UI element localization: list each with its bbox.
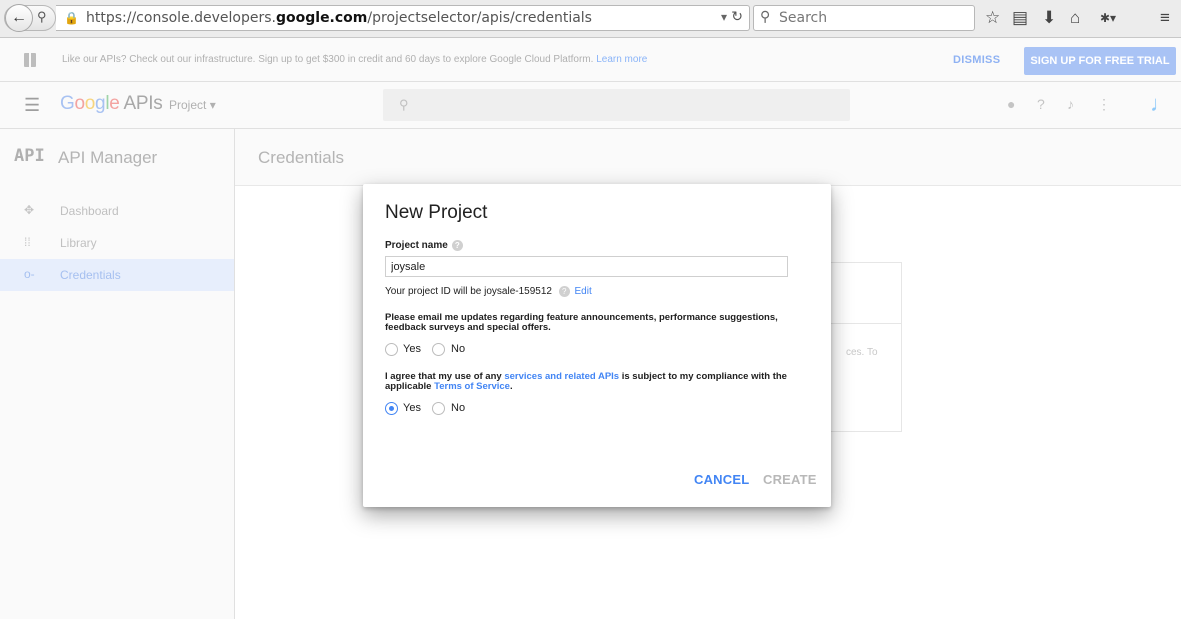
url-bar[interactable]: 🔒 https://console.developers.google.com/… [56, 5, 750, 31]
key-icon: o- [24, 267, 35, 281]
reload-icon[interactable]: ↻ [731, 9, 743, 25]
email-yes-radio[interactable] [385, 343, 398, 356]
terms-of-service-link[interactable]: Terms of Service [434, 381, 510, 392]
lock-icon: 🔒 [64, 11, 79, 25]
dismiss-button[interactable]: DISMISS [953, 54, 1000, 66]
search-icon: ⚲ [399, 97, 409, 112]
promo-text: Like our APIs? Check out our infrastruct… [62, 54, 648, 65]
help-icon[interactable]: ? [558, 286, 570, 297]
sidebar-item-label: Library [60, 236, 97, 250]
dashboard-icon: ✥ [24, 203, 35, 217]
console-search[interactable]: ⚲ [383, 89, 850, 121]
search-placeholder: Search [779, 10, 828, 26]
email-updates-question: Please email me updates regarding featur… [385, 312, 778, 333]
sidebar-item-dashboard[interactable]: ✥ Dashboard [0, 195, 234, 227]
bookmark-star-icon[interactable]: ☆ [985, 8, 1000, 28]
hamburger-menu-icon[interactable]: ☰ [24, 95, 40, 116]
sidebar: API API Manager ✥ Dashboard ⁞⁞ Library o… [0, 129, 235, 619]
library-icon: ⁞⁞ [24, 235, 31, 249]
site-identity-icon[interactable]: ⚲ [37, 9, 47, 25]
more-options-icon[interactable]: ⋮ [1097, 96, 1111, 113]
home-icon[interactable]: ⌂ [1070, 8, 1080, 28]
reading-list-icon[interactable]: ▤ [1012, 8, 1028, 28]
help-icon[interactable]: ? [451, 240, 463, 251]
sidebar-item-label: Dashboard [60, 204, 119, 218]
terms-no-radio[interactable] [432, 402, 445, 415]
url-text: https://console.developers.google.com/pr… [86, 10, 592, 26]
promo-banner: Like our APIs? Check out our infrastruct… [0, 38, 1181, 82]
terms-yes-radio[interactable] [385, 402, 398, 415]
api-logo: API [14, 146, 45, 166]
terms-no-label[interactable]: No [451, 402, 465, 414]
browser-toolbar: ← ⚲ 🔒 https://console.developers.google.… [0, 0, 1181, 38]
help-icon[interactable]: ? [1037, 96, 1045, 112]
card-text: ces. To [846, 347, 878, 358]
page-header: Credentials [235, 129, 1181, 186]
services-apis-link[interactable]: services and related APIs [504, 371, 619, 382]
project-id-text: Your project ID will be joysale-159512 ?… [385, 286, 592, 298]
app-header: ☰ Google APIs Project ▾ ⚲ ● ? ♪ ⋮ ♩ [0, 82, 1181, 129]
gift-icon [24, 53, 36, 67]
project-name-label: Project name? [385, 240, 463, 251]
sidebar-item-label: Credentials [60, 268, 121, 282]
back-arrow-icon: ← [11, 9, 27, 26]
terms-question: I agree that my use of any services and … [385, 371, 787, 392]
avatar[interactable]: ♩ [1150, 91, 1176, 119]
nav-button-group: ← ⚲ [4, 4, 56, 32]
email-yes-label[interactable]: Yes [403, 343, 421, 355]
create-button[interactable]: CREATE [763, 472, 817, 487]
back-button[interactable]: ← [5, 4, 33, 32]
extension-icon[interactable]: ✱▾ [1100, 8, 1116, 28]
menu-icon[interactable]: ≡ [1160, 8, 1170, 28]
search-icon: ⚲ [760, 9, 771, 25]
url-dropdown-icon[interactable]: ▾ [721, 10, 727, 24]
learn-more-link[interactable]: Learn more [596, 54, 647, 65]
email-no-radio[interactable] [432, 343, 445, 356]
cancel-button[interactable]: CANCEL [694, 472, 749, 487]
sidebar-title: API Manager [58, 148, 158, 167]
dialog-title: New Project [385, 202, 488, 223]
page-title: Credentials [258, 148, 344, 167]
new-project-dialog: New Project Project name? Your project I… [363, 184, 831, 507]
sidebar-item-credentials[interactable]: o- Credentials [0, 259, 234, 291]
terms-yes-label[interactable]: Yes [403, 402, 421, 414]
sidebar-item-library[interactable]: ⁞⁞ Library [0, 227, 234, 259]
project-name-input[interactable] [385, 256, 788, 277]
feedback-icon[interactable]: ● [1007, 96, 1015, 112]
free-trial-button[interactable]: SIGN UP FOR FREE TRIAL [1024, 47, 1176, 75]
notifications-icon[interactable]: ♪ [1067, 96, 1074, 112]
download-icon[interactable]: ⬇ [1042, 8, 1056, 28]
edit-project-id-link[interactable]: Edit [575, 286, 592, 297]
browser-search-box[interactable]: ⚲ Search [753, 5, 975, 31]
google-apis-logo[interactable]: Google APIs [60, 93, 163, 115]
project-selector[interactable]: Project ▾ [169, 98, 216, 112]
email-no-label[interactable]: No [451, 343, 465, 355]
